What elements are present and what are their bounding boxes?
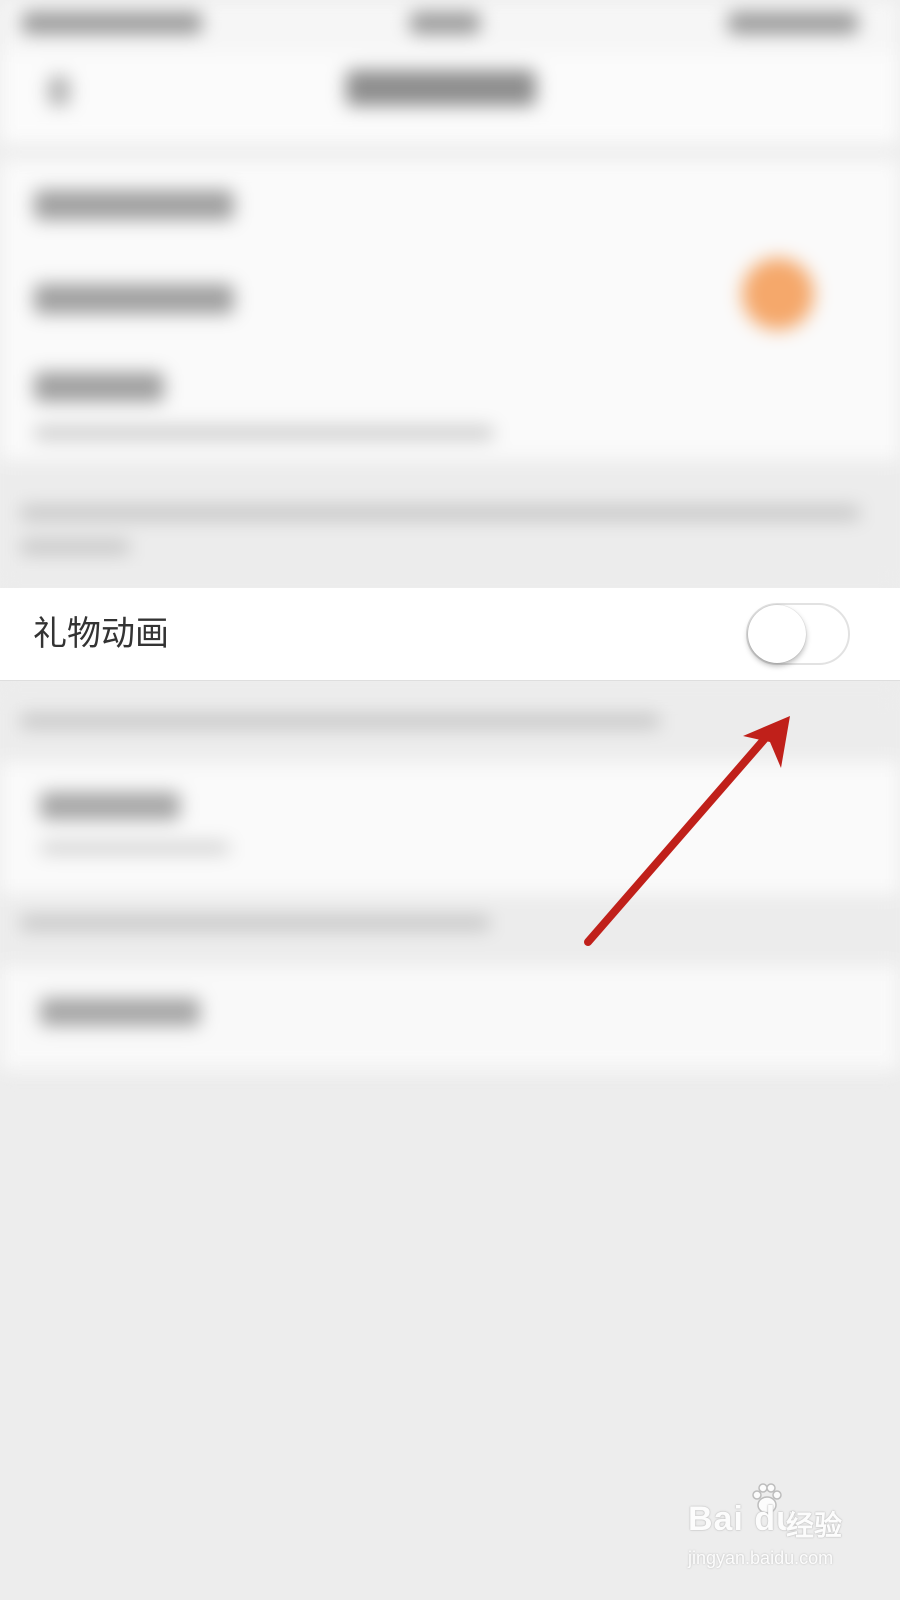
nav-bar <box>0 52 900 144</box>
status-bar <box>0 0 900 52</box>
blurred-note <box>0 894 900 966</box>
orange-avatar-icon <box>742 258 814 330</box>
watermark-brand: Bai du <box>688 1500 798 1538</box>
blurred-setting-row <box>0 762 900 894</box>
toggle-knob <box>748 605 806 663</box>
gift-animation-row: 礼物动画 <box>0 588 900 681</box>
baidu-jingyan-watermark: Bai du 经验 jingyan.baidu.com <box>688 1480 888 1590</box>
blurred-note <box>0 692 900 762</box>
blurred-note <box>0 460 900 588</box>
gift-animation-toggle[interactable] <box>746 603 850 665</box>
watermark-brand-cn: 经验 <box>786 1509 843 1542</box>
blurred-setting-row <box>0 966 900 1070</box>
gift-animation-label: 礼物动画 <box>33 614 169 654</box>
blurred-background <box>0 0 900 1600</box>
watermark-url: jingyan.baidu.com <box>688 1548 834 1568</box>
